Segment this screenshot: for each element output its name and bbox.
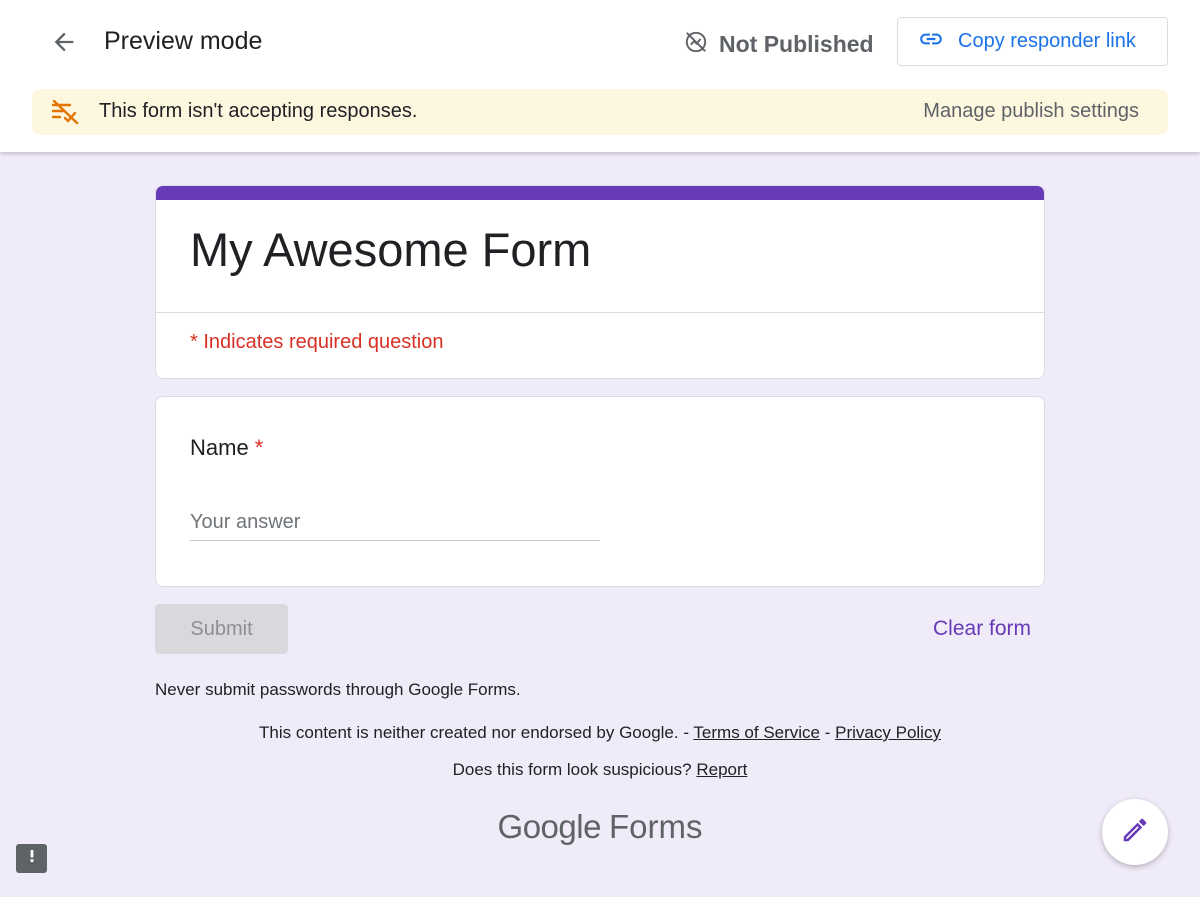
name-answer-input[interactable] [190, 505, 600, 541]
separator: - [824, 723, 831, 742]
report-link[interactable]: Report [696, 760, 747, 779]
brand-google: Google [497, 808, 602, 845]
not-accepting-banner: This form isn't accepting responses. Man… [32, 89, 1168, 135]
privacy-policy-link[interactable]: Privacy Policy [835, 723, 941, 742]
required-marker: * [254, 435, 264, 460]
arrow-back-icon [50, 28, 78, 61]
page-title: Preview mode [104, 27, 263, 55]
form-accent-bar [156, 186, 1044, 200]
divider [156, 312, 1044, 313]
top-app-bar: Preview mode Not Published Copy responde… [0, 0, 1200, 152]
submit-button[interactable]: Submit [155, 604, 288, 654]
brand-forms: Forms [608, 808, 703, 845]
link-icon [918, 26, 944, 57]
banner-message: This form isn't accepting responses. [99, 100, 418, 122]
back-button[interactable] [40, 20, 88, 68]
pencil-edit-icon [1120, 815, 1150, 850]
copy-responder-link-button[interactable]: Copy responder link [897, 17, 1168, 66]
form-title: My Awesome Form [190, 223, 592, 276]
feedback-button[interactable] [16, 844, 47, 873]
google-forms-logo[interactable]: Google Forms [0, 808, 1200, 846]
required-note: * Indicates required question [190, 331, 444, 353]
password-warning: Never submit passwords through Google Fo… [155, 680, 521, 699]
terms-of-service-link[interactable]: Terms of Service [693, 723, 820, 742]
question-label: Name [190, 435, 249, 460]
publish-status: Not Published [683, 28, 874, 60]
question-title: Name * [190, 435, 263, 461]
feedback-icon [22, 846, 42, 871]
status-label: Not Published [719, 30, 874, 57]
suspicious-text: Does this form look suspicious? [452, 760, 692, 779]
manage-publish-settings-link[interactable]: Manage publish settings [923, 100, 1139, 123]
visibility-off-icon [683, 29, 709, 60]
not-accepting-responses-icon [50, 99, 80, 130]
edit-form-button[interactable] [1102, 799, 1168, 865]
disclaimer: This content is neither created nor endo… [0, 723, 1200, 743]
form-header-card: My Awesome Form * Indicates required que… [155, 185, 1045, 379]
copy-link-label: Copy responder link [958, 30, 1136, 52]
clear-form-button[interactable]: Clear form [933, 617, 1031, 641]
suspicious-note: Does this form look suspicious? Report [0, 760, 1200, 780]
disclaimer-text: This content is neither created nor endo… [259, 723, 689, 742]
question-card: Name * [155, 396, 1045, 587]
